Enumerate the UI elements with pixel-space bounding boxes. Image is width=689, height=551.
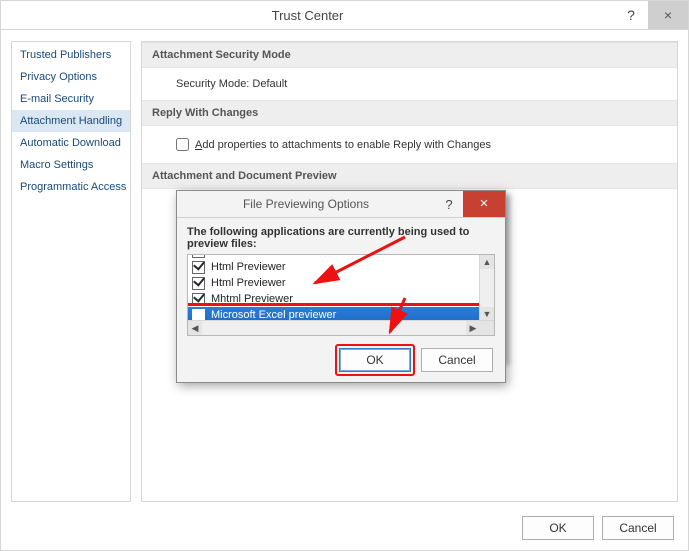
sidebar-item-attachment-handling[interactable]: Attachment Handling (12, 110, 130, 132)
dialog-help-icon[interactable]: ? (435, 197, 463, 212)
previewer-listbox-wrap: Html Previewer Html Previewer Mhtml Prev… (187, 254, 495, 336)
annotation-highlight-ok: OK (339, 348, 411, 372)
dialog-body: The following applications are currently… (177, 218, 505, 340)
previewer-listbox[interactable]: Html Previewer Html Previewer Mhtml Prev… (187, 254, 495, 336)
list-item-label: Mhtml Previewer (211, 293, 293, 305)
section-body-security-mode: Security Mode: Default (142, 68, 677, 100)
section-header-reply-changes: Reply With Changes (142, 100, 677, 126)
dialog-titlebar: File Previewing Options ? × (177, 191, 505, 218)
scroll-up-icon[interactable]: ▲ (480, 255, 494, 269)
list-item[interactable]: Html Previewer (188, 259, 480, 275)
checkbox-icon[interactable] (192, 254, 205, 258)
list-item-label: Html Previewer (211, 261, 286, 273)
vertical-scrollbar[interactable]: ▲ ▼ (479, 255, 494, 321)
sidebar-item-programmatic-access[interactable]: Programmatic Access (12, 176, 130, 198)
scroll-right-icon[interactable]: ▶ (466, 321, 480, 335)
dialog-title: File Previewing Options (177, 197, 435, 211)
sidebar-item-email-security[interactable]: E-mail Security (12, 88, 130, 110)
dialog-cancel-button[interactable]: Cancel (421, 348, 493, 372)
trust-center-footer: OK Cancel (522, 516, 674, 540)
section-body-reply-changes: Add properties to attachments to enable … (142, 126, 677, 163)
list-item[interactable]: Html Previewer (188, 275, 480, 291)
scroll-corner (480, 321, 494, 335)
scroll-left-icon[interactable]: ◀ (188, 321, 202, 335)
dialog-footer: OK Cancel (177, 340, 505, 382)
close-icon[interactable]: × (648, 1, 688, 29)
file-previewing-dialog: File Previewing Options ? × The followin… (176, 190, 506, 383)
reply-changes-checkbox-row[interactable]: Add properties to attachments to enable … (176, 136, 643, 153)
list-item-label (211, 254, 214, 257)
section-header-security-mode: Attachment Security Mode (142, 42, 677, 68)
dialog-close-icon[interactable]: × (463, 191, 505, 217)
horizontal-scrollbar[interactable]: ◀ ▶ (188, 320, 494, 335)
list-item-label: Html Previewer (211, 277, 286, 289)
sidebar: Trusted Publishers Privacy Options E-mai… (11, 41, 131, 502)
checkbox-icon[interactable] (192, 277, 205, 290)
dialog-instruction: The following applications are currently… (187, 226, 495, 250)
tc-cancel-button[interactable]: Cancel (602, 516, 674, 540)
security-mode-text: Security Mode: Default (176, 78, 287, 90)
sidebar-item-automatic-download[interactable]: Automatic Download (12, 132, 130, 154)
checkbox-icon[interactable] (192, 293, 205, 306)
section-header-attachment-preview: Attachment and Document Preview (142, 163, 677, 189)
list-item[interactable]: Mhtml Previewer (188, 291, 480, 307)
checkbox-icon[interactable] (192, 261, 205, 274)
reply-changes-label: Add properties to attachments to enable … (195, 139, 491, 151)
sidebar-item-trusted-publishers[interactable]: Trusted Publishers (12, 44, 130, 66)
sidebar-item-privacy-options[interactable]: Privacy Options (12, 66, 130, 88)
sidebar-item-macro-settings[interactable]: Macro Settings (12, 154, 130, 176)
titlebar: Trust Center ? × (1, 1, 688, 30)
help-icon[interactable]: ? (614, 7, 648, 23)
scroll-down-icon[interactable]: ▼ (480, 307, 494, 321)
dialog-ok-button[interactable]: OK (339, 348, 411, 372)
reply-changes-checkbox[interactable] (176, 138, 189, 151)
tc-ok-button[interactable]: OK (522, 516, 594, 540)
window-title: Trust Center (1, 8, 614, 23)
